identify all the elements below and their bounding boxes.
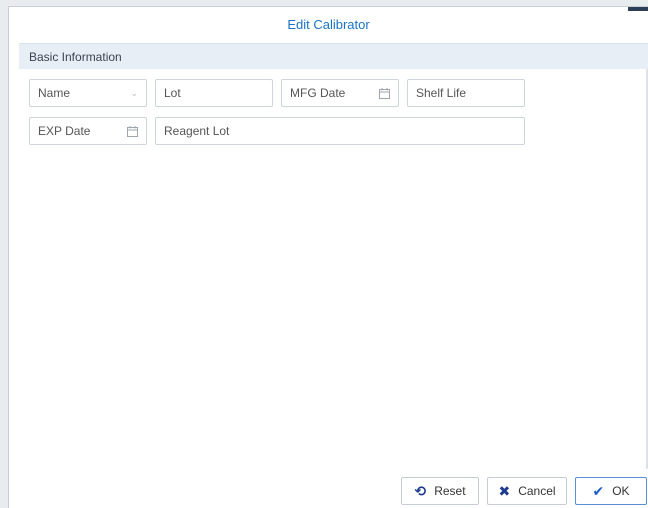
name-label: Name [38,86,71,100]
exp-date-placeholder: EXP Date [38,124,91,138]
reset-icon: ⟲ [414,483,427,499]
calendar-icon[interactable] [127,118,138,144]
edit-calibrator-dialog: Edit Calibrator Basic Information Name ⌄… [8,6,648,508]
ok-button[interactable]: ✔ OK [575,477,647,505]
calendar-icon[interactable] [379,80,390,106]
dialog-title: Edit Calibrator [287,17,370,32]
shelf-life-input[interactable]: Shelf Life [407,79,525,107]
cancel-label: Cancel [518,484,556,498]
shelf-life-placeholder: Shelf Life [416,86,467,100]
section-header-basic-information: Basic Information [19,43,648,69]
reagent-lot-placeholder: Reagent Lot [164,124,230,138]
reset-label: Reset [434,484,466,498]
reagent-lot-input[interactable]: Reagent Lot [155,117,525,145]
reset-button[interactable]: ⟲ Reset [401,477,479,505]
lot-input[interactable]: Lot [155,79,273,107]
exp-date-picker[interactable]: EXP Date [29,117,147,145]
cancel-button[interactable]: ✖ Cancel [487,477,567,505]
mfg-date-picker[interactable]: MFG Date [281,79,399,107]
ok-label: OK [612,484,630,498]
chevron-down-icon: ⌄ [130,88,138,98]
mfg-date-placeholder: MFG Date [290,86,346,100]
lot-placeholder: Lot [164,86,181,100]
check-icon: ✔ [592,483,605,499]
name-dropdown[interactable]: Name ⌄ [29,79,147,107]
window-corner-decoration [628,7,648,11]
close-icon: ✖ [498,483,511,499]
